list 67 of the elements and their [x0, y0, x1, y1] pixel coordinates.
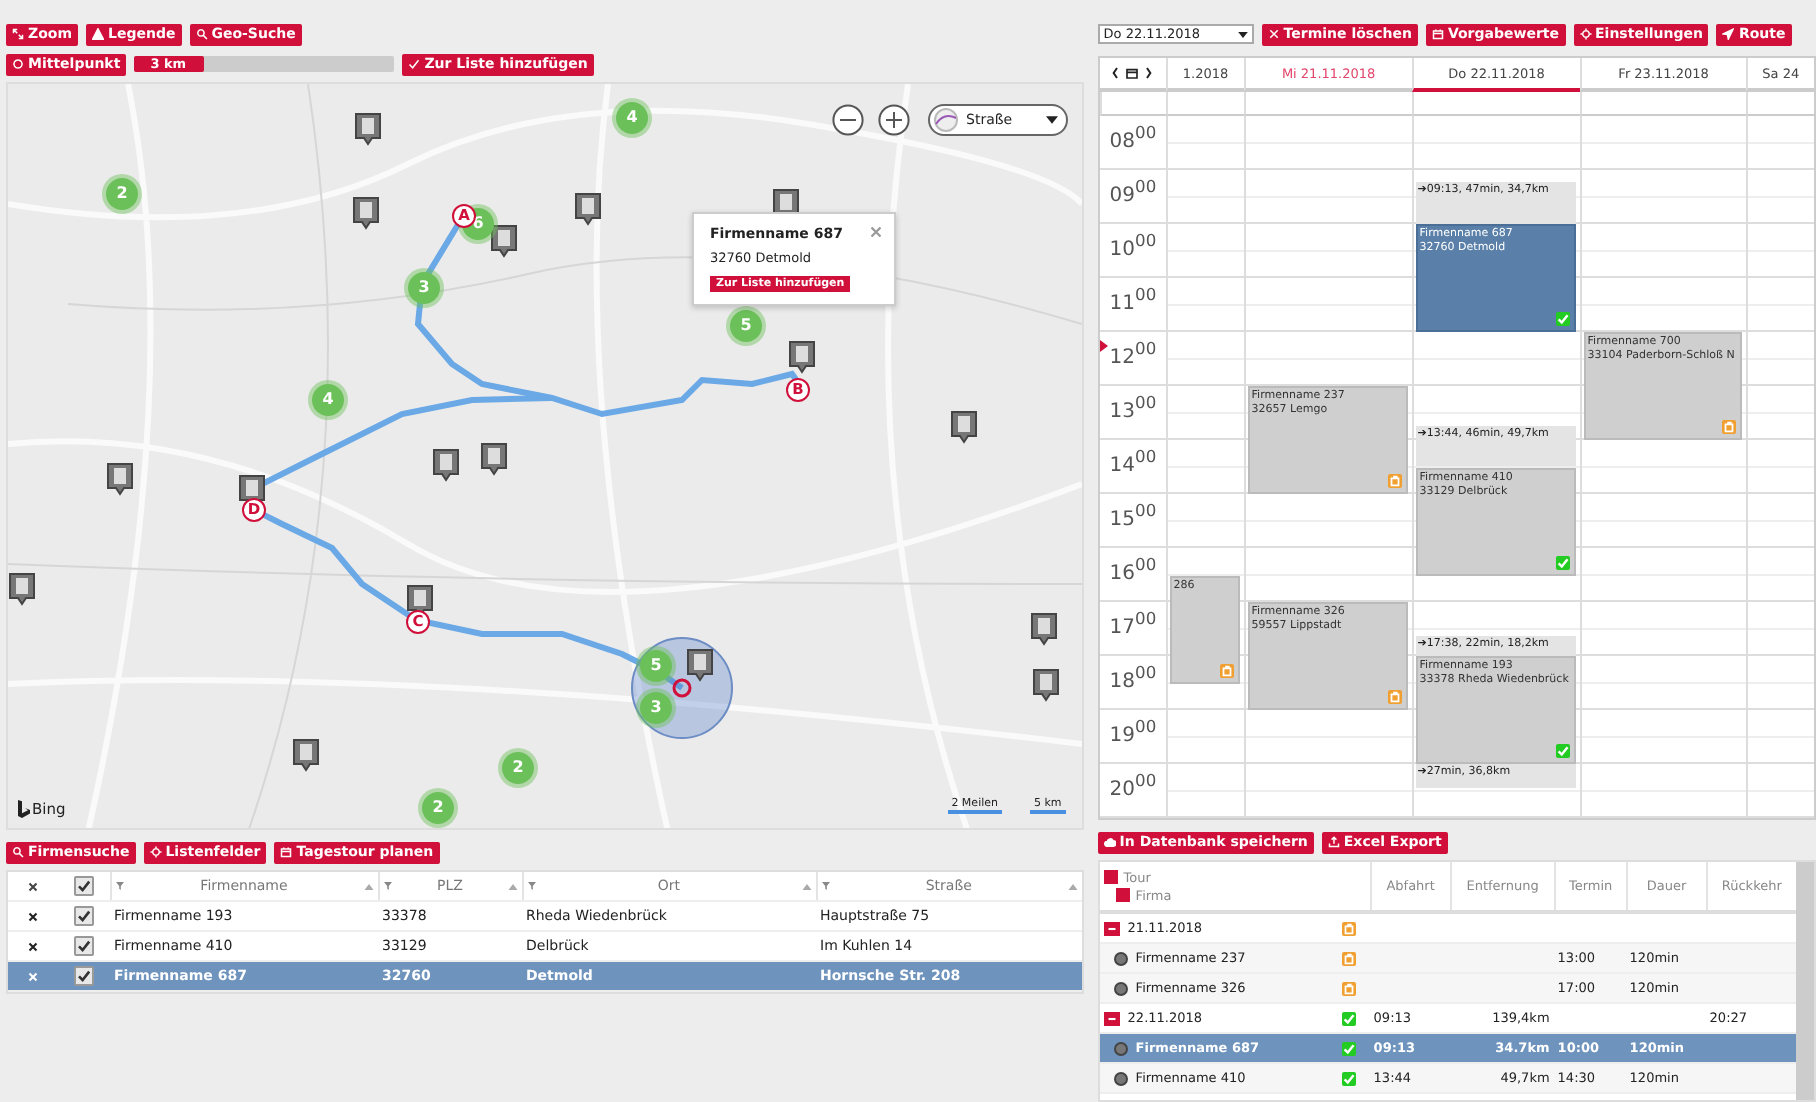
zoom-out-icon[interactable] [832, 104, 864, 136]
row-checkbox[interactable] [73, 966, 93, 986]
stop-bullet-icon [1113, 951, 1128, 965]
building-marker-icon[interactable] [480, 442, 508, 476]
hour-label: 18$^{00}$ [1109, 662, 1157, 693]
collapse-toggle-icon[interactable] [1103, 921, 1120, 935]
tour-square-icon [1103, 870, 1118, 884]
building-marker-icon[interactable] [432, 448, 460, 482]
hour-label: 19$^{00}$ [1109, 716, 1157, 747]
building-marker-icon[interactable] [292, 738, 320, 772]
remove-icon[interactable] [25, 939, 39, 953]
stop-bullet-icon [1113, 981, 1128, 995]
row-checkbox[interactable] [73, 906, 93, 926]
building-marker-icon[interactable] [354, 112, 382, 146]
filter-icon[interactable] [528, 882, 536, 890]
check-icon [408, 58, 421, 70]
building-marker-icon[interactable] [950, 410, 978, 444]
search-icon [195, 28, 208, 40]
filter-icon[interactable] [116, 882, 124, 890]
calendar-icon [1431, 28, 1444, 40]
current-time-marker-icon [1099, 339, 1108, 352]
hour-label: 12$^{00}$ [1109, 338, 1157, 369]
stop-bullet-icon [1113, 1041, 1128, 1055]
building-marker-icon[interactable] [574, 192, 602, 226]
calendar-navigation-icon[interactable] [1112, 66, 1153, 80]
hour-label: 09$^{00}$ [1109, 176, 1157, 207]
hour-label: 13$^{00}$ [1109, 392, 1157, 423]
zoom-in-icon[interactable] [878, 104, 910, 136]
filter-icon[interactable] [384, 882, 392, 890]
cloud-icon [1103, 836, 1116, 848]
logo-icon [18, 800, 30, 818]
hour-label: 17$^{00}$ [1109, 608, 1157, 639]
company-square-icon [1115, 888, 1130, 902]
filter-icon[interactable] [822, 882, 830, 890]
building-marker-icon[interactable] [788, 340, 816, 374]
remove-icon[interactable] [25, 909, 39, 923]
select-all-checkbox[interactable] [73, 876, 93, 896]
remove-all-icon[interactable] [25, 879, 39, 893]
hour-label: 11$^{00}$ [1109, 284, 1157, 315]
search-icon [12, 846, 24, 858]
map-layer-icon [934, 108, 958, 132]
building-marker-icon[interactable] [490, 224, 518, 258]
export-icon [1327, 836, 1340, 848]
hour-label: 20$^{00}$ [1109, 770, 1157, 801]
hour-label: 14$^{00}$ [1109, 446, 1157, 477]
building-marker-icon[interactable] [352, 196, 380, 230]
calendar-icon [280, 846, 293, 858]
hour-label: 08$^{00}$ [1109, 122, 1157, 153]
hour-label: 16$^{00}$ [1109, 554, 1157, 585]
close-icon[interactable] [870, 226, 882, 238]
building-marker-icon[interactable] [8, 572, 36, 606]
building-marker-icon[interactable] [686, 648, 714, 682]
hour-label: 15$^{00}$ [1109, 500, 1157, 531]
navigation-icon [1722, 28, 1735, 40]
building-marker-icon[interactable] [1030, 612, 1058, 646]
expand-icon [12, 28, 24, 40]
warning-icon [92, 28, 104, 40]
building-marker-icon[interactable] [106, 462, 134, 496]
collapse-toggle-icon[interactable] [1103, 1011, 1120, 1025]
caret-icon [1237, 31, 1248, 37]
stop-bullet-icon [1113, 1071, 1128, 1085]
caret-icon [1046, 116, 1058, 124]
building-marker-icon[interactable] [1032, 668, 1060, 702]
hour-label: 10$^{00}$ [1109, 230, 1157, 261]
row-checkbox[interactable] [73, 936, 93, 956]
close-icon [1267, 28, 1280, 40]
scrollbar[interactable] [1796, 862, 1814, 1100]
